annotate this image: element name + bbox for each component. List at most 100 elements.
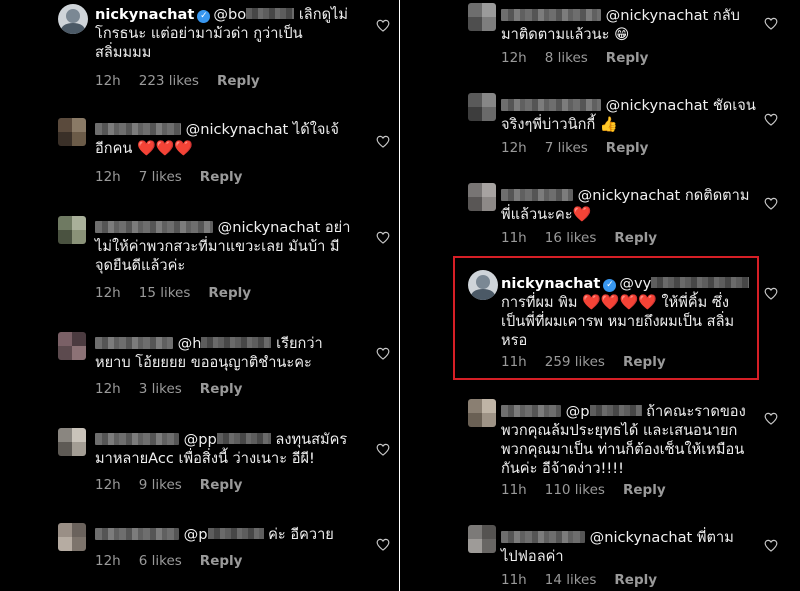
avatar[interactable] (58, 332, 86, 360)
comment-username-blur[interactable] (95, 528, 179, 540)
comment-mention[interactable]: @nickynachat (606, 97, 709, 114)
comment-text: จริงๆพี่บ่าวนิกกี้ (501, 116, 596, 133)
reply-button[interactable]: Reply (217, 73, 260, 89)
comment-mention[interactable]: @nickynachat (218, 219, 321, 236)
comment-username-blur[interactable] (95, 433, 179, 445)
comment-text: มาหลายAcc เพื่อสิ่งนี้ ว่างเนาะ อีผี! (95, 450, 315, 467)
comment-text: ชัดเจน (712, 97, 756, 114)
comment-likes[interactable]: 15 likes (139, 285, 191, 301)
comment-text: ได้ใจเจ้ (292, 121, 339, 138)
reply-button[interactable]: Reply (606, 50, 649, 66)
reply-button[interactable]: Reply (614, 572, 657, 588)
comments-panel-left: nickynachat ✓ @bo เลิกดูไม่ โกรธนะ แต่อย่า… (0, 0, 400, 591)
comment-likes[interactable]: 9 likes (139, 477, 182, 493)
comment-time: 11h (501, 230, 527, 246)
reply-button[interactable]: Reply (606, 140, 649, 156)
comment-time: 12h (95, 73, 121, 89)
comment-time: 12h (501, 50, 527, 66)
comment-text: เรียกว่า (276, 335, 323, 352)
comment-meta: 12h 3 likes Reply (95, 381, 260, 397)
comment-text: อีกคน (95, 140, 133, 157)
comment-mention[interactable]: @pp (184, 431, 217, 448)
comment-time: 12h (95, 553, 121, 569)
mention-blur (201, 337, 272, 348)
comment-body: @h เรียกว่า หยาบ โอ้ยยยย ขออนุญาติชำนะคะ (95, 334, 365, 372)
comment-text: ถ้าคณะราดของ (646, 403, 746, 420)
comment-likes[interactable]: 110 likes (545, 482, 605, 498)
comment-body: @nickynachat ได้ใจเจ้ อีกคน ❤️❤️❤️ (95, 120, 355, 158)
comment-meta: 12h 15 likes Reply (95, 285, 269, 301)
reply-button[interactable]: Reply (200, 381, 243, 397)
grin-emoji: 😁 (614, 26, 630, 43)
comment-username-blur[interactable] (501, 9, 601, 21)
avatar[interactable] (58, 523, 86, 551)
heart-outline-icon[interactable] (764, 412, 778, 425)
comment-mention[interactable]: @nickynachat (578, 187, 681, 204)
comment-username-blur[interactable] (501, 531, 585, 543)
reply-button[interactable]: Reply (200, 169, 243, 185)
comment-meta: 12h 7 likes Reply (95, 169, 260, 185)
comment-text: ไม่ให้ค่าพวกสวะที่มาแขวะเลย มันบ้า มี (95, 238, 340, 255)
reply-button[interactable]: Reply (614, 230, 657, 246)
avatar[interactable] (468, 525, 496, 553)
comment-text: พวกคุณมาเป็น ท่านก็ต้องเซ็นให้เหมือน (501, 441, 745, 458)
avatar[interactable] (58, 428, 86, 456)
reply-button[interactable]: Reply (623, 482, 666, 498)
comment-mention[interactable]: @h (178, 335, 202, 352)
comment-likes[interactable]: 6 likes (139, 553, 182, 569)
avatar[interactable] (58, 118, 86, 146)
comment-username-blur[interactable] (501, 99, 601, 111)
avatar[interactable] (468, 183, 496, 211)
comment-mention[interactable]: @nickynachat (186, 121, 289, 138)
avatar[interactable] (468, 399, 496, 427)
comment-username[interactable]: nickynachat (95, 6, 194, 23)
heart-outline-icon[interactable] (376, 231, 390, 244)
heart-outline-icon[interactable] (376, 538, 390, 551)
heart-outline-icon[interactable] (376, 443, 390, 456)
comment-text: พวกคุณล้มประยุทธได้ และเสนอนายก (501, 422, 738, 439)
comment-mention[interactable]: @p (184, 526, 208, 543)
comment-mention[interactable]: @nickynachat (606, 7, 709, 24)
comment-meta: 12h 7 likes Reply (501, 140, 666, 156)
comment-text: โกรธนะ แต่อย่ามาม้วด่า กูว่าเป็น (95, 25, 303, 42)
comment-likes[interactable]: 7 likes (545, 140, 588, 156)
avatar[interactable] (468, 3, 496, 31)
comment-mention[interactable]: @nickynachat (590, 529, 693, 546)
comment-text: ไปฟอลค่า (501, 548, 564, 565)
reply-button[interactable]: Reply (200, 477, 243, 493)
heart-outline-icon[interactable] (376, 347, 390, 360)
avatar[interactable] (468, 93, 496, 121)
heart-outline-icon[interactable] (764, 539, 778, 552)
comment-likes[interactable]: 3 likes (139, 381, 182, 397)
avatar[interactable] (58, 4, 88, 34)
comment-mention[interactable]: @bo (213, 6, 246, 23)
heart-outline-icon[interactable] (764, 17, 778, 30)
comment-meta: 12h 8 likes Reply (501, 50, 666, 66)
comment-likes[interactable]: 14 likes (545, 572, 597, 588)
comment-username-blur[interactable] (95, 337, 173, 349)
comment-meta: 11h 14 likes Reply (501, 572, 675, 588)
heart-outline-icon[interactable] (764, 197, 778, 210)
reply-button[interactable]: Reply (208, 285, 251, 301)
comment-mention[interactable]: @p (566, 403, 590, 420)
heart-outline-icon[interactable] (764, 287, 778, 300)
comment-username-blur[interactable] (95, 123, 181, 135)
thumbs-up-emoji: 👍 (599, 116, 619, 133)
reply-button[interactable]: Reply (200, 553, 243, 569)
comment-text: สลิ่มมมม (95, 44, 152, 61)
comment-likes[interactable]: 223 likes (139, 73, 199, 89)
mention-blur (216, 433, 271, 444)
heart-outline-icon[interactable] (376, 135, 390, 148)
comment-username-blur[interactable] (95, 221, 213, 233)
heart-outline-icon[interactable] (764, 113, 778, 126)
comment-likes[interactable]: 16 likes (545, 230, 597, 246)
comment-likes[interactable]: 7 likes (139, 169, 182, 185)
comment-text: จุดยืนดีแล้วค่ะ (95, 257, 186, 274)
comment-text: พี่แล้วนะคะ (501, 206, 573, 223)
comment-likes[interactable]: 8 likes (545, 50, 588, 66)
comment-time: 12h (501, 140, 527, 156)
comment-username-blur[interactable] (501, 405, 561, 417)
avatar[interactable] (58, 216, 86, 244)
heart-outline-icon[interactable] (376, 19, 390, 32)
comment-username-blur[interactable] (501, 189, 573, 201)
